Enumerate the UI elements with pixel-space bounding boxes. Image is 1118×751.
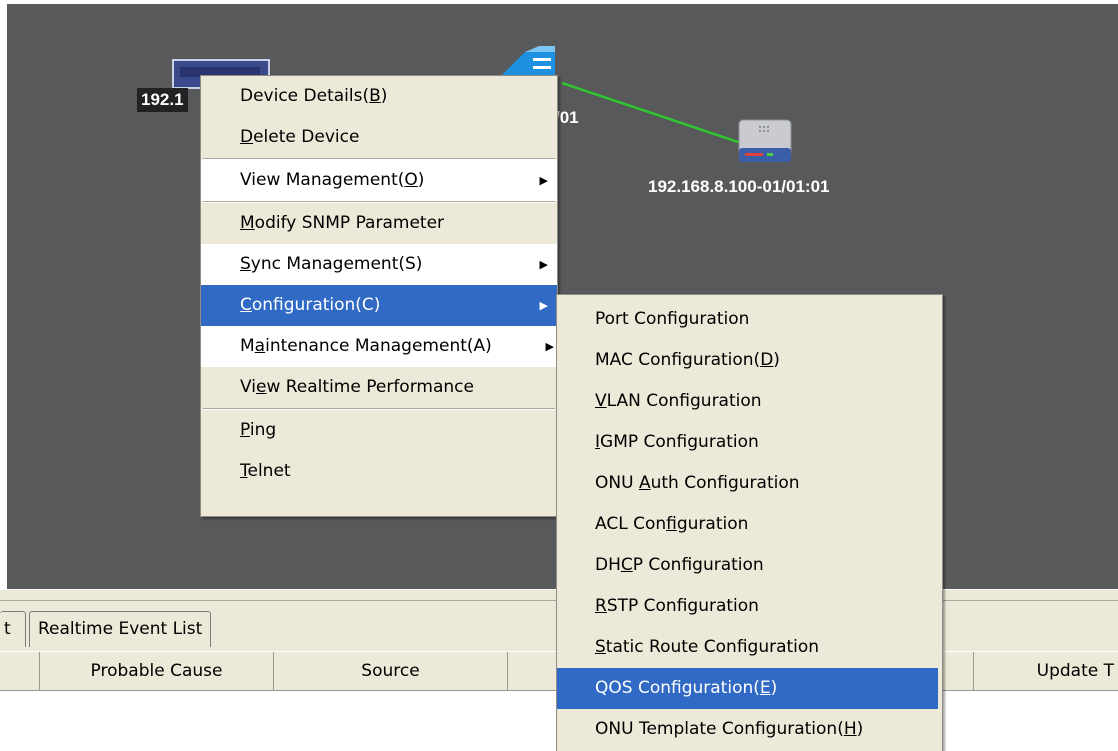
menu-item-sync-management[interactable]: Sync Management(S) ▶	[201, 244, 557, 285]
tab-label: Realtime Event List	[38, 619, 203, 639]
onu-device-node[interactable]	[733, 118, 795, 166]
menu-item-rstp-configuration[interactable]: RSTP Configuration	[557, 586, 942, 627]
olt-device-label: 192.1	[137, 88, 188, 112]
menu-item-acl-configuration[interactable]: ACL Configuration	[557, 504, 942, 545]
menu-item-modify-snmp-parameter[interactable]: Modify SNMP Parameter	[201, 203, 557, 244]
menu-item-ping[interactable]: Ping	[201, 410, 557, 451]
tab-label: t	[4, 619, 11, 639]
submenu-arrow-icon: ▶	[545, 340, 554, 353]
column-header-update-time[interactable]: Update T	[974, 652, 1118, 690]
device-context-menu: Device Details(B) Delete Device View Man…	[200, 75, 558, 517]
menu-item-vlan-configuration[interactable]: VLAN Configuration	[557, 381, 942, 422]
menu-item-mac-configuration[interactable]: MAC Configuration(D)	[557, 340, 942, 381]
menu-item-view-realtime-performance[interactable]: View Realtime Performance	[201, 367, 557, 408]
menu-item-qos-configuration[interactable]: QOS Configuration(E)	[557, 668, 938, 709]
column-header-probable-cause[interactable]: Probable Cause	[40, 652, 274, 690]
submenu-arrow-icon: ▶	[539, 258, 548, 271]
onu-device-label: 192.168.8.100-01/01:01	[648, 177, 830, 196]
event-tabs: t Realtime Event List	[0, 611, 212, 647]
menu-item-static-route-configuration[interactable]: Static Route Configuration	[557, 627, 942, 668]
column-header[interactable]	[0, 652, 40, 690]
menu-item-igmp-configuration[interactable]: IGMP Configuration	[557, 422, 942, 463]
column-header-source[interactable]: Source	[274, 652, 508, 690]
onu-device-icon	[738, 119, 792, 162]
switch-device-label: /01	[555, 108, 579, 127]
menu-item-port-configuration[interactable]: Port Configuration	[557, 299, 942, 340]
configuration-submenu: Port Configuration MAC Configuration(D) …	[556, 294, 943, 751]
menu-item-onu-template-configuration[interactable]: ONU Template Configuration(H)	[557, 709, 942, 750]
tab-realtime-event-list[interactable]: Realtime Event List	[29, 611, 212, 647]
tab-alarm-list[interactable]: t	[0, 611, 26, 647]
menu-item-view-management[interactable]: View Management(O) ▶	[201, 160, 557, 201]
menu-item-configuration[interactable]: Configuration(C) ▶	[201, 285, 557, 326]
menu-item-device-details[interactable]: Device Details(B)	[201, 76, 557, 117]
submenu-arrow-icon: ▶	[539, 174, 548, 187]
submenu-arrow-icon: ▶	[539, 299, 548, 312]
menu-item-dhcp-configuration[interactable]: DHCP Configuration	[557, 545, 942, 586]
menu-item-telnet[interactable]: Telnet	[201, 451, 557, 492]
menu-item-maintenance-management[interactable]: Maintenance Management(A) ▶	[201, 326, 557, 367]
menu-item-onu-auth-configuration[interactable]: ONU Auth Configuration	[557, 463, 942, 504]
menu-item-delete-device[interactable]: Delete Device	[201, 117, 557, 158]
network-link[interactable]	[561, 81, 745, 146]
